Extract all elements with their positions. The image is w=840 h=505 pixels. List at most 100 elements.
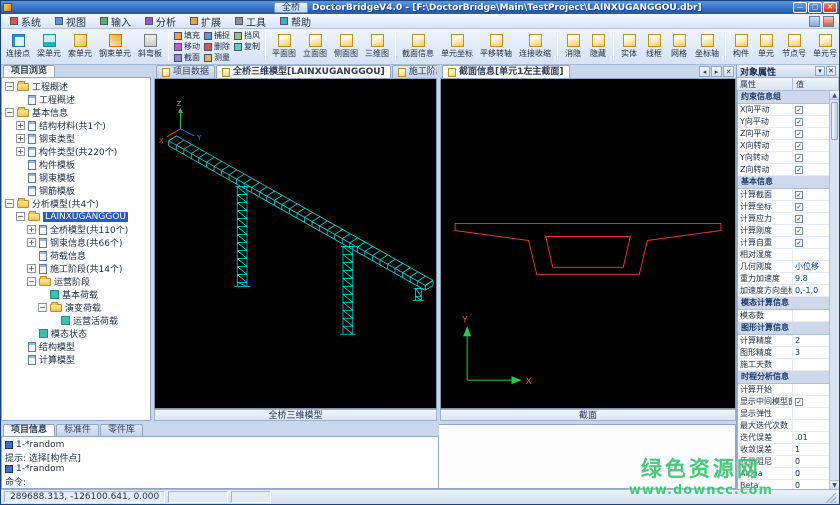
tree-item-15[interactable]: −运营阶段 xyxy=(2,275,150,288)
checkbox-icon[interactable]: ✓ xyxy=(795,398,803,406)
tree-item-5[interactable]: +构件类型(共220个) xyxy=(2,145,150,158)
property-row-22[interactable]: 施工天数 xyxy=(738,359,829,371)
menu-item-0[interactable]: 系统 xyxy=(3,14,48,29)
tree-expander-icon[interactable]: + xyxy=(16,147,25,156)
menu-item-5[interactable]: 工具 xyxy=(228,14,273,29)
output-tab-0[interactable]: 项目信息 xyxy=(3,424,55,436)
output-log[interactable]: 1-*random提示: 选择[构件点]1-*random命令: xyxy=(1,437,439,489)
window-cascade-icon[interactable] xyxy=(809,16,820,27)
output-tab-2[interactable]: 零件库 xyxy=(100,424,143,436)
checkbox-icon[interactable]: ✓ xyxy=(795,166,803,174)
property-row-13[interactable]: 相对湿度 xyxy=(738,249,829,261)
tree-item-1[interactable]: 工程概述 xyxy=(2,93,150,106)
checkbox-icon[interactable]: ✓ xyxy=(795,239,803,247)
toolbar-button-5-2[interactable]: 网格 xyxy=(667,30,691,63)
toolbar-button-1-2[interactable]: 挡风 xyxy=(234,30,260,41)
close-icon[interactable]: ✕ xyxy=(826,66,836,76)
checkbox-icon[interactable]: ✓ xyxy=(795,106,803,114)
tree-expander-icon[interactable]: + xyxy=(16,134,25,143)
toolbar-button-1-0[interactable]: 填充 xyxy=(174,30,200,41)
tree-item-17[interactable]: −演变荷载 xyxy=(2,301,150,314)
property-row-3[interactable]: Z向平动✓ xyxy=(738,128,829,140)
tree-item-11[interactable]: +全桥模型(共110个) xyxy=(2,223,150,236)
tree-item-10[interactable]: −LAINXUGANGGOU xyxy=(2,210,150,223)
property-row-2[interactable]: Y向平动✓ xyxy=(738,116,829,128)
tree-item-4[interactable]: +钢束类型 xyxy=(2,132,150,145)
menu-item-1[interactable]: 视图 xyxy=(48,14,93,29)
tree-expander-icon[interactable]: − xyxy=(5,199,14,208)
tree-expander-icon[interactable]: + xyxy=(16,121,25,130)
property-row-14[interactable]: 几何刚度小位移 xyxy=(738,261,829,273)
toolbar-button-0-1[interactable]: 梁单元 xyxy=(34,30,64,63)
section-canvas[interactable]: Y X xyxy=(440,79,736,409)
property-row-9[interactable]: 计算坐标✓ xyxy=(738,201,829,213)
tree-item-7[interactable]: 钢束模板 xyxy=(2,171,150,184)
toolbar-button-6-1[interactable]: 单元 xyxy=(754,30,778,63)
property-row-5[interactable]: Y向转动✓ xyxy=(738,152,829,164)
property-row-8[interactable]: 计算截面✓ xyxy=(738,189,829,201)
project-tree-tab[interactable]: 项目浏览 xyxy=(3,65,55,77)
toolbar-button-3-0[interactable]: 截面信息 xyxy=(399,30,437,63)
toolbar-button-2-3[interactable]: 三维图 xyxy=(362,30,392,63)
toolbar-button-3-3[interactable]: 连接收缩 xyxy=(516,30,554,63)
tree-item-6[interactable]: 构件模板 xyxy=(2,158,150,171)
property-row-15[interactable]: 重力加速度9.8 xyxy=(738,273,829,285)
tree-item-18[interactable]: 运营活荷载 xyxy=(2,314,150,327)
toolbar-button-5-3[interactable]: 坐标轴 xyxy=(692,30,722,63)
checkbox-icon[interactable]: ✓ xyxy=(795,215,803,223)
menu-item-6[interactable]: 帮助 xyxy=(273,14,318,29)
tree-item-0[interactable]: −工程概述 xyxy=(2,80,150,93)
tree-item-16[interactable]: 基本荷载 xyxy=(2,288,150,301)
model-3d-canvas[interactable]: Z X Y xyxy=(154,79,437,409)
tree-expander-icon[interactable]: − xyxy=(27,277,36,286)
section-tab[interactable]: 截面信息[单元1左主截面] xyxy=(442,65,570,78)
minimize-button[interactable]: — xyxy=(793,2,807,13)
property-row-24[interactable]: 计算开始 xyxy=(738,384,829,396)
menu-item-3[interactable]: 分析 xyxy=(138,14,183,29)
toolbar-button-4-0[interactable]: 消隐 xyxy=(561,30,585,63)
tree-item-20[interactable]: 结构模型 xyxy=(2,340,150,353)
resize-grip[interactable] xyxy=(825,492,836,503)
doc-tab-0[interactable]: 项目数据 xyxy=(156,65,215,78)
doc-tab-2[interactable]: 施工阶段[阶段_12] xyxy=(392,65,437,78)
tree-expander-icon[interactable]: − xyxy=(5,82,14,91)
toolbar-button-0-0[interactable]: 连接点 xyxy=(3,30,33,63)
scroll-up-icon[interactable]: ▲ xyxy=(830,91,839,100)
toolbar-button-2-1[interactable]: 立面图 xyxy=(300,30,330,63)
doc-tab-1[interactable]: 全桥三维模型[LAINXUGANGGOU] xyxy=(216,65,391,78)
property-row-31[interactable]: Alpha0 xyxy=(738,468,829,480)
checkbox-icon[interactable]: ✓ xyxy=(795,154,803,162)
close-button[interactable]: ✕ xyxy=(823,2,837,13)
toolbar-button-2-2[interactable]: 侧面图 xyxy=(331,30,361,63)
checkbox-icon[interactable]: ✓ xyxy=(795,191,803,199)
toolbar-button-3-2[interactable]: 平移转轴 xyxy=(477,30,515,63)
property-row-4[interactable]: X向转动✓ xyxy=(738,140,829,152)
menu-item-2[interactable]: 输入 xyxy=(93,14,138,29)
toolbar-button-3-1[interactable]: 单元坐标 xyxy=(438,30,476,63)
toolbar-button-2-0[interactable]: 平面图 xyxy=(269,30,299,63)
checkbox-icon[interactable]: ✓ xyxy=(795,142,803,150)
toolbar-button-6-3[interactable]: 单元号 xyxy=(810,30,839,63)
toolbar-button-1-3[interactable]: 移动 xyxy=(174,41,200,52)
toolbar-button-1-1[interactable]: 捕捉 xyxy=(204,30,230,41)
tree-expander-icon[interactable]: + xyxy=(27,225,36,234)
tree-item-12[interactable]: +钢束信息(共66个) xyxy=(2,236,150,249)
tree-item-21[interactable]: 计算模型 xyxy=(2,353,150,366)
tree-item-13[interactable]: 荷载信息 xyxy=(2,249,150,262)
property-row-28[interactable]: 迭代误差.01 xyxy=(738,432,829,444)
toolbar-button-5-0[interactable]: 实体 xyxy=(617,30,641,63)
property-row-6[interactable]: Z向转动✓ xyxy=(738,164,829,176)
property-row-30[interactable]: 质量阻尼0 xyxy=(738,456,829,468)
scroll-left-icon[interactable]: ◂ xyxy=(699,66,710,77)
maximize-button[interactable]: ▢ xyxy=(808,2,822,13)
property-row-29[interactable]: 收敛误差1 xyxy=(738,444,829,456)
mode-badge[interactable]: 全桥 xyxy=(274,2,308,13)
help-shortcut-icon[interactable] xyxy=(823,16,834,27)
tree-expander-icon[interactable]: − xyxy=(38,303,47,312)
toolbar-button-1-7[interactable]: 测量 xyxy=(204,52,230,63)
tree-item-14[interactable]: +施工阶段(共14个) xyxy=(2,262,150,275)
tree-item-3[interactable]: +结构材料(共1个) xyxy=(2,119,150,132)
toolbar-button-1-5[interactable]: 复制 xyxy=(234,41,260,52)
checkbox-icon[interactable]: ✓ xyxy=(795,118,803,126)
checkbox-icon[interactable]: ✓ xyxy=(795,203,803,211)
